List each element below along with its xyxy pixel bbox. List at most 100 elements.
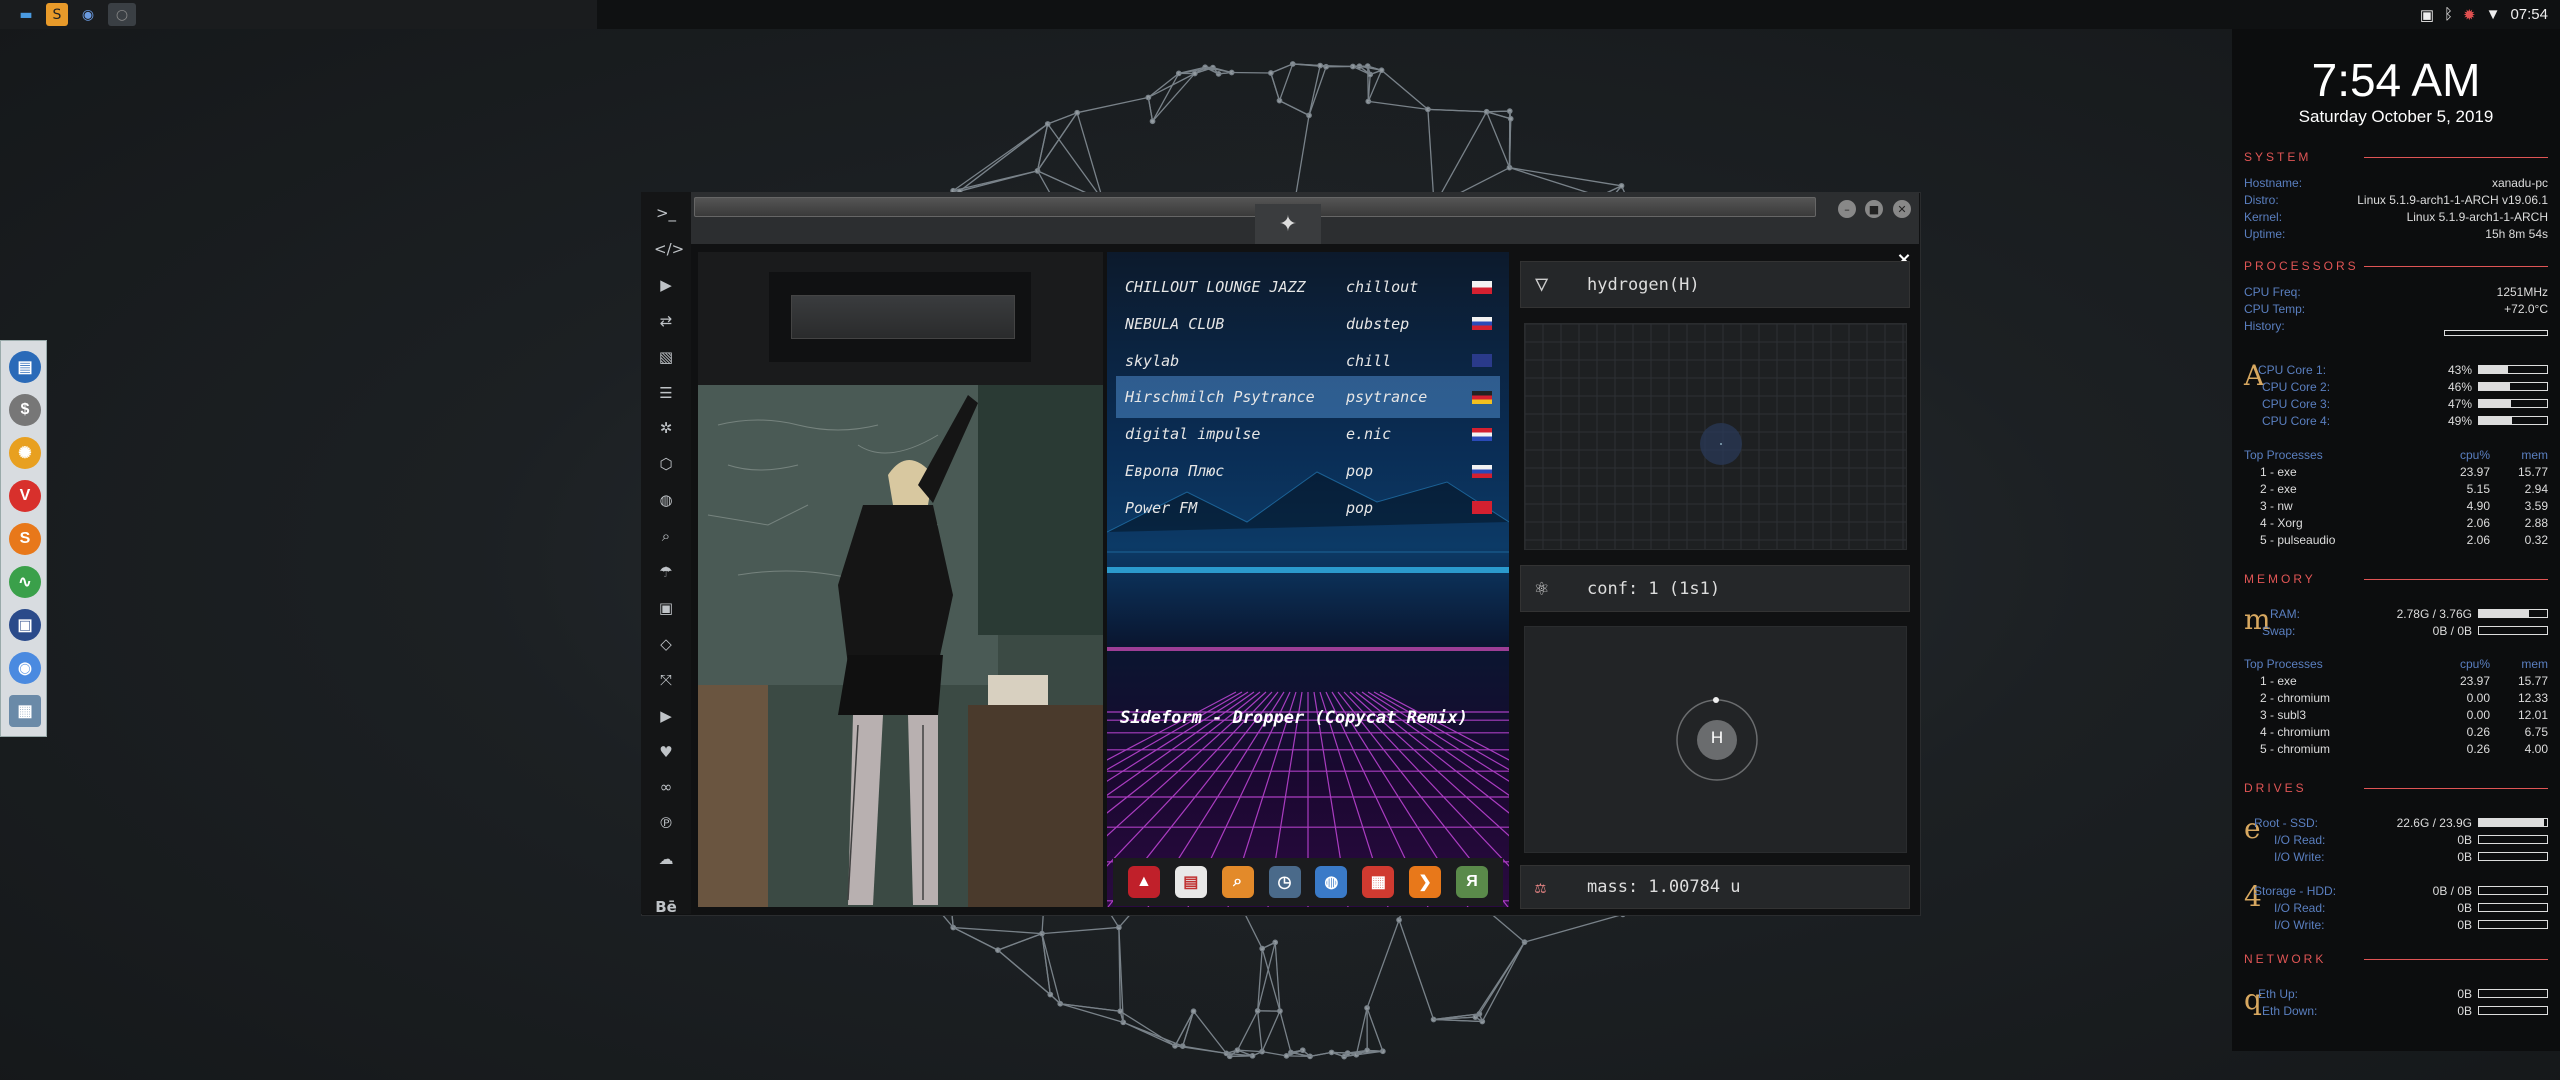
behance-icon[interactable]: Bē — [654, 896, 678, 918]
cloud-icon[interactable]: ☁ — [654, 848, 678, 870]
sublime-dock-icon[interactable]: S — [9, 523, 41, 555]
cpu-core-bar — [2478, 382, 2548, 391]
terminal-icon[interactable]: >_ — [654, 202, 678, 224]
cpu-core-bar — [2478, 399, 2548, 408]
expand-icon[interactable]: ⤧ — [654, 669, 678, 691]
root-drive-bar — [2478, 835, 2548, 844]
files-app-button[interactable]: ▬ — [12, 3, 40, 26]
code-icon[interactable]: </> — [654, 238, 684, 260]
settings-dock-icon[interactable]: ✺ — [9, 437, 41, 469]
station-row[interactable]: CHILLOUT LOUNGE JAZZ chillout — [1116, 266, 1500, 308]
storage-drive-value: 0B — [2457, 918, 2472, 932]
element-name-row[interactable]: ▽ hydrogen(H) — [1520, 261, 1910, 308]
wifi-icon[interactable]: ▼ — [2486, 6, 2501, 23]
vivaldi-dock-icon[interactable]: V — [9, 480, 41, 512]
processor-row-value: +72.0°C — [2504, 302, 2548, 316]
settings-icon[interactable]: ✲ — [654, 417, 678, 439]
station-genre: chill — [1346, 351, 1392, 370]
storage-drive-bar — [2478, 886, 2548, 895]
bluetooth-icon[interactable]: ᛒ — [2444, 6, 2453, 23]
station-name: NEBULA CLUB — [1125, 314, 1225, 333]
system-row-label: Kernel: — [2244, 210, 2283, 224]
search-launcher-icon[interactable]: ⌕ — [1221, 866, 1254, 898]
mem-process-name: 1 - exe — [2260, 674, 2297, 688]
mem-process-name: 4 - chromium — [2260, 725, 2331, 739]
terminal-app-button[interactable]: ○ — [108, 3, 136, 26]
station-genre: pop — [1346, 498, 1374, 517]
storage-drive-label: I/O Write: — [2274, 918, 2325, 932]
element-grid — [1524, 323, 1907, 550]
system-row-value: Linux 5.1.9-arch1-1-ARCH v19.06.1 — [2357, 193, 2548, 207]
process-cpu: 2.06 — [2466, 533, 2490, 547]
files-dock-icon[interactable]: ▤ — [9, 351, 41, 383]
image-tray-icon[interactable]: ▣ — [2420, 6, 2434, 24]
alert-icon[interactable]: ✹ — [2463, 6, 2476, 24]
station-name: Hirschmilch Psytrance — [1125, 388, 1315, 407]
top-processes-title: Top Processes — [2244, 448, 2323, 462]
arrow-launcher-icon[interactable]: ▲ — [1127, 866, 1160, 898]
station-row[interactable]: Hirschmilch Psytrance psytrance — [1116, 376, 1500, 419]
conky-clock: 7:54 AM — [2311, 54, 2481, 106]
infinity-icon[interactable]: ∞ — [654, 776, 678, 798]
close-window-button[interactable]: ✕ — [1893, 200, 1911, 218]
mem-process-mem: 4.00 — [2524, 742, 2548, 756]
station-row[interactable]: Power FM pop — [1116, 487, 1500, 529]
system-row-label: Hostname: — [2244, 176, 2303, 190]
mem-column-header: mem — [2521, 448, 2548, 462]
sublime-app-button[interactable]: S — [46, 3, 68, 26]
contact-icon[interactable]: ▣ — [654, 597, 678, 619]
station-row[interactable]: skylab chill — [1116, 340, 1500, 382]
money-dock-icon[interactable]: $ — [9, 394, 41, 426]
globe-launcher-icon[interactable]: ◍ — [1315, 866, 1348, 898]
play-icon[interactable]: ▶ — [654, 274, 678, 296]
translate-icon[interactable]: ⇄ — [654, 310, 678, 332]
mem-top-processes-title: Top Processes — [2244, 657, 2323, 671]
pinterest-icon[interactable]: ℗ — [654, 812, 678, 834]
calendar-note-launcher-icon[interactable]: ▤ — [1174, 866, 1207, 898]
process-cpu: 23.97 — [2459, 465, 2490, 479]
memory-value: 2.78G / 3.76G — [2396, 607, 2472, 621]
youtube-icon[interactable]: ▶ — [654, 705, 678, 727]
activity-dock-icon[interactable]: ∿ — [9, 566, 41, 598]
globe-icon[interactable]: ◍ — [654, 489, 678, 511]
station-row[interactable]: Европа Плюс pop — [1116, 450, 1500, 492]
chromium-app-button[interactable]: ◉ — [74, 3, 102, 26]
processors-section-title: PROCESSORS — [2244, 259, 2548, 273]
cpu-history-graph — [2444, 330, 2548, 336]
station-genre: psytrance — [1346, 388, 1428, 407]
search-icon[interactable]: ⌕ — [654, 525, 678, 547]
minimize-button[interactable]: – — [1838, 200, 1856, 218]
station-row[interactable]: NEBULA CLUB dubstep — [1116, 303, 1500, 345]
calendar-launcher-icon[interactable]: ▦ — [1362, 866, 1395, 898]
heart-icon[interactable]: ♥ — [654, 741, 678, 763]
hexagon-icon[interactable]: ⬡ — [654, 453, 678, 475]
umbrella-icon[interactable]: ☂ — [654, 561, 678, 583]
image-panel-field[interactable] — [791, 295, 1015, 339]
cpu-core-value: 49% — [2447, 414, 2472, 428]
element-name: hydrogen(H) — [1587, 274, 1700, 295]
station-name: CHILLOUT LOUNGE JAZZ — [1125, 278, 1306, 296]
system-row-label: Distro: — [2244, 193, 2279, 207]
element-mass-row[interactable]: ⚖ mass: 1.00784 u — [1520, 865, 1910, 909]
network-dock-icon[interactable]: ▦ — [9, 695, 41, 727]
mem-process-cpu: 0.00 — [2466, 691, 2490, 705]
tray-clock[interactable]: 07:54 — [2510, 6, 2548, 23]
yandex-launcher-icon[interactable]: Я — [1456, 866, 1488, 898]
element-config-row[interactable]: ⚛ conf: 1 (1s1) — [1520, 565, 1910, 612]
chrome-dock-icon[interactable]: ◉ — [9, 652, 41, 684]
mem-process-mem: 12.01 — [2517, 708, 2548, 722]
maximize-button[interactable]: ■ — [1865, 200, 1883, 218]
scale-icon: ⚖ — [1535, 876, 1546, 898]
news-icon[interactable]: ☰ — [654, 382, 678, 404]
clock-launcher-icon[interactable]: ◷ — [1268, 866, 1301, 898]
image-icon[interactable]: ▧ — [654, 346, 678, 368]
cpu-core-value: 43% — [2447, 363, 2472, 377]
forward-launcher-icon[interactable]: ❯ — [1409, 866, 1442, 898]
conky-monitor: 7:54 AM Saturday October 5, 2019 SYSTEM H… — [2232, 29, 2560, 1051]
taskbar: ▬ S ◉ ○ — [0, 0, 597, 29]
screen-dock-icon[interactable]: ▣ — [9, 609, 41, 641]
station-row[interactable]: digital impulse e.nic — [1116, 413, 1500, 455]
tag-icon[interactable]: ◇ — [654, 633, 678, 655]
classroom-photo — [698, 385, 1103, 907]
memory-label: Swap: — [2262, 624, 2296, 638]
